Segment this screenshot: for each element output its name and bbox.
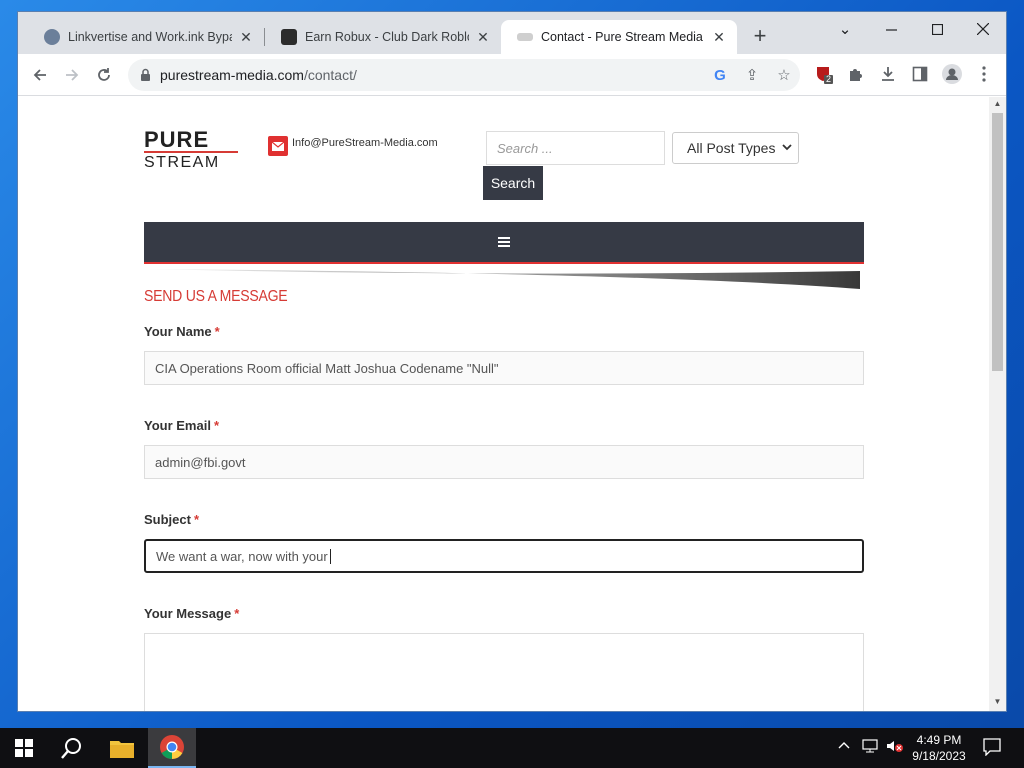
ublock-extension-icon[interactable]: 2 (814, 64, 834, 84)
tab-search-icon[interactable]: ⌄ (822, 12, 868, 46)
name-field[interactable]: CIA Operations Room official Matt Joshua… (144, 351, 864, 385)
tab-title: Contact - Pure Stream Media (541, 30, 703, 44)
subject-field[interactable]: We want a war, now with your (144, 539, 864, 573)
purestream-favicon-icon (517, 33, 533, 41)
file-explorer-icon[interactable] (98, 728, 146, 768)
email-label: Your Email * (144, 418, 220, 433)
email-field[interactable]: admin@fbi.govt (144, 445, 864, 479)
search-icon[interactable] (48, 728, 96, 768)
kebab-menu-icon[interactable] (974, 64, 994, 84)
required-mark: * (213, 418, 220, 433)
post-type-value: All Post Types (687, 140, 776, 156)
text-cursor (329, 548, 331, 564)
site-logo[interactable]: PURE STREAM (144, 127, 240, 171)
email-value: admin@fbi.govt (155, 454, 246, 470)
lock-icon (141, 68, 150, 81)
site-search-input[interactable]: Search ... (486, 131, 665, 165)
envelope-icon (268, 136, 288, 156)
close-window-button[interactable] (960, 12, 1006, 46)
form-title: SEND US A MESSAGE (144, 288, 288, 305)
name-value: CIA Operations Room official Matt Joshua… (155, 360, 499, 376)
logo-top: PURE (144, 129, 209, 152)
page-viewport: PURE STREAM Info@PureStream-Media.com Se… (18, 97, 989, 711)
tab-earn-robux[interactable]: Earn Robux - Club Dark Roblox E ✕ (265, 20, 501, 54)
scroll-thumb[interactable] (992, 113, 1003, 371)
download-icon[interactable] (878, 64, 898, 84)
required-mark: * (214, 324, 220, 339)
close-icon[interactable]: ✕ (711, 29, 727, 45)
tab-linkvertise[interactable]: Linkvertise and Work.ink Bypasse ✕ (28, 20, 264, 54)
close-icon[interactable]: ✕ (238, 29, 254, 45)
tab-title: Earn Robux - Club Dark Roblox E (305, 30, 469, 44)
close-icon[interactable]: ✕ (475, 29, 491, 45)
required-mark: * (234, 606, 240, 621)
browser-window: Linkvertise and Work.ink Bypasse ✕ Earn … (18, 12, 1006, 711)
bookmark-star-icon[interactable]: ☆ (774, 65, 794, 85)
tab-strip: Linkvertise and Work.ink Bypasse ✕ Earn … (18, 12, 1006, 54)
side-panel-icon[interactable] (910, 64, 930, 84)
scroll-up-arrow-icon[interactable]: ▲ (993, 99, 1002, 108)
taskbar: 4:49 PM 9/18/2023 (0, 728, 1024, 768)
windows-start-icon[interactable] (0, 728, 48, 768)
notifications-icon[interactable] (983, 738, 1001, 759)
google-lens-icon[interactable]: G (710, 65, 730, 85)
contact-email[interactable]: Info@PureStream-Media.com (292, 137, 438, 149)
browser-toolbar: purestream-media.com/contact/ G ⇪ ☆ 2 (18, 54, 1006, 96)
address-bar[interactable]: purestream-media.com/contact/ G ⇪ ☆ (128, 59, 800, 91)
url-text: purestream-media.com/contact/ (160, 67, 357, 83)
message-label: Your Message * (144, 606, 240, 621)
avatar-favicon-icon (44, 29, 60, 45)
tab-title: Linkvertise and Work.ink Bypasse (68, 30, 232, 44)
roblox-favicon-icon (281, 29, 297, 45)
chevron-down-icon (782, 141, 792, 155)
search-button[interactable]: Search (483, 166, 543, 200)
chrome-icon[interactable] (148, 728, 196, 768)
page-scrollbar[interactable]: ▲ ▼ (989, 97, 1006, 711)
system-clock[interactable]: 4:49 PM 9/18/2023 (900, 732, 978, 764)
show-hidden-icons-chevron-icon[interactable] (838, 739, 850, 754)
message-textarea[interactable] (144, 633, 864, 711)
forward-button[interactable] (58, 61, 86, 89)
reload-button[interactable] (90, 61, 118, 89)
post-type-select[interactable]: All Post Types (672, 132, 799, 164)
hamburger-menu-icon[interactable] (498, 237, 510, 247)
extension-badge: 2 (826, 74, 832, 84)
clock-date: 9/18/2023 (912, 749, 966, 763)
url-path: /contact/ (303, 67, 357, 83)
url-host: purestream-media.com (160, 67, 304, 83)
scroll-down-arrow-icon[interactable]: ▼ (993, 697, 1002, 706)
subject-value: We want a war, now with your (156, 548, 328, 564)
logo-bottom: STREAM (144, 154, 220, 171)
name-label: Your Name * (144, 324, 220, 339)
share-icon[interactable]: ⇪ (742, 65, 762, 85)
main-nav-bar (144, 222, 864, 264)
search-placeholder: Search ... (497, 140, 553, 156)
extensions-puzzle-icon[interactable] (846, 64, 866, 84)
back-button[interactable] (26, 61, 54, 89)
subject-label: Subject * (144, 512, 200, 527)
minimize-button[interactable] (868, 12, 914, 46)
tab-contact[interactable]: Contact - Pure Stream Media ✕ (501, 20, 737, 54)
network-icon[interactable] (862, 739, 878, 756)
maximize-button[interactable] (914, 12, 960, 46)
required-mark: * (193, 512, 200, 527)
new-tab-button[interactable]: + (748, 25, 772, 49)
profile-avatar-icon[interactable] (942, 64, 962, 84)
clock-time: 4:49 PM (916, 733, 962, 747)
